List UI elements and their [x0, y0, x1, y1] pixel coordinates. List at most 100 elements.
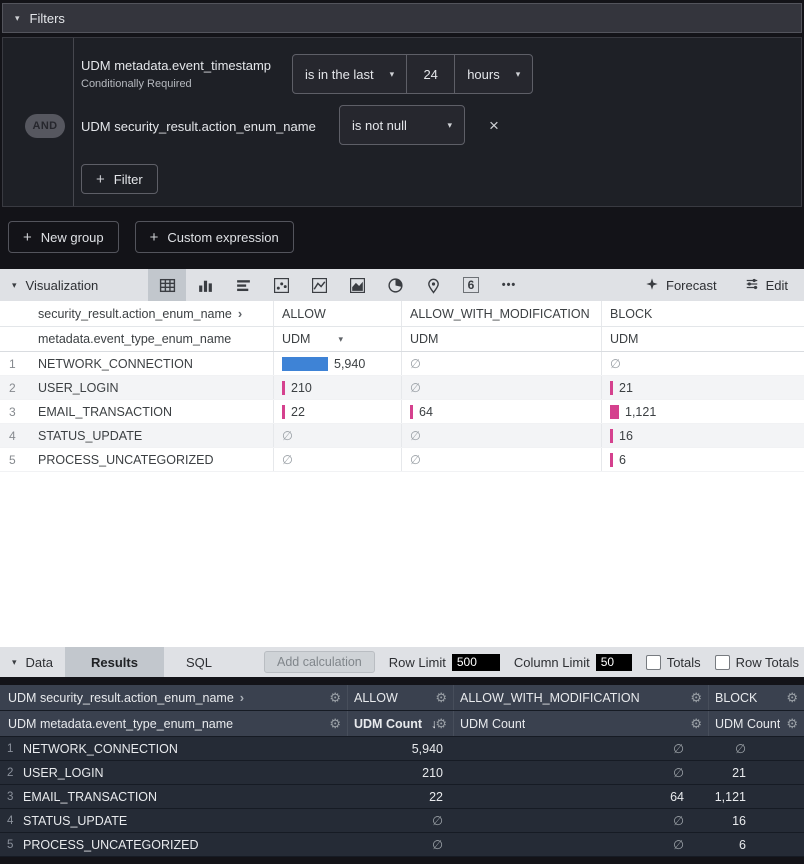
filter-operator-dropdown[interactable]: is not null ▾: [339, 105, 465, 145]
measure-cell[interactable]: 64: [401, 400, 601, 423]
measure-cell[interactable]: ∅: [401, 424, 601, 447]
measure-cell[interactable]: 210: [273, 376, 401, 399]
more-viz-types-icon[interactable]: •••: [490, 269, 528, 301]
custom-expression-button[interactable]: + Custom expression: [135, 221, 294, 253]
measure-cell[interactable]: 21: [708, 761, 804, 784]
gear-icon[interactable]: ⚙: [690, 690, 702, 706]
gear-icon[interactable]: ⚙: [435, 716, 447, 732]
map-viz-icon[interactable]: [414, 269, 452, 301]
results-pivot-field-header[interactable]: UDM security_result.action_enum_name › ⚙: [0, 685, 347, 710]
dimension-cell[interactable]: NETWORK_CONNECTION: [30, 352, 273, 375]
column-limit-input[interactable]: [596, 654, 632, 671]
results-measure-header[interactable]: UDM Count ⚙: [453, 711, 708, 736]
filter-unit-dropdown[interactable]: hours ▾: [454, 54, 533, 94]
measure-cell[interactable]: 6: [601, 448, 804, 471]
pivot-column-header-allow[interactable]: ALLOW: [273, 301, 401, 326]
gear-icon[interactable]: ⚙: [435, 690, 447, 706]
filters-section-header[interactable]: ▾ Filters: [2, 3, 802, 33]
and-conjunction-badge[interactable]: AND: [25, 114, 65, 138]
add-filter-button[interactable]: + Filter: [81, 164, 158, 194]
results-column-header-block[interactable]: BLOCK ⚙: [708, 685, 804, 710]
measure-cell[interactable]: ∅: [273, 448, 401, 471]
tab-results[interactable]: Results: [65, 647, 164, 677]
measure-cell[interactable]: ∅: [273, 424, 401, 447]
gear-icon[interactable]: ⚙: [690, 716, 702, 732]
dimension-cell[interactable]: STATUS_UPDATE: [30, 424, 273, 447]
pivot-column-header-block[interactable]: BLOCK: [601, 301, 804, 326]
viz-table-row: 5PROCESS_UNCATEGORIZED∅∅6: [0, 448, 804, 472]
measure-cell[interactable]: ∅: [347, 833, 453, 856]
forecast-label: Forecast: [666, 278, 717, 293]
visualization-label: Visualization: [26, 278, 99, 293]
edit-button[interactable]: Edit: [745, 277, 788, 294]
visualization-section-header[interactable]: ▾ Visualization: [0, 278, 148, 293]
measure-cell[interactable]: 1,121: [601, 400, 804, 423]
measure-cell[interactable]: ∅: [401, 376, 601, 399]
tab-sql[interactable]: SQL: [164, 647, 234, 677]
results-measure-header[interactable]: UDM Count ⚙: [708, 711, 804, 736]
measure-cell[interactable]: ∅: [347, 809, 453, 832]
row-totals-checkbox[interactable]: [715, 655, 730, 670]
pivot-header-row: security_result.action_enum_name › ALLOW…: [0, 301, 804, 327]
measure-cell[interactable]: ∅: [453, 737, 708, 760]
measure-cell[interactable]: ∅: [453, 833, 708, 856]
totals-checkbox[interactable]: [646, 655, 661, 670]
measure-cell[interactable]: ∅: [708, 737, 804, 760]
measure-cell[interactable]: 22: [273, 400, 401, 423]
cell-bar: [610, 381, 613, 395]
measure-cell[interactable]: 64: [453, 785, 708, 808]
table-viz-icon[interactable]: [148, 269, 186, 301]
measure-cell[interactable]: 5,940: [347, 737, 453, 760]
gear-icon[interactable]: ⚙: [786, 690, 798, 706]
measure-cell[interactable]: ∅: [453, 761, 708, 784]
dimension-cell[interactable]: EMAIL_TRANSACTION: [30, 400, 273, 423]
pie-chart-viz-icon[interactable]: [376, 269, 414, 301]
column-chart-viz-icon[interactable]: [186, 269, 224, 301]
results-dimension-header[interactable]: UDM metadata.event_type_enum_name ⚙: [0, 711, 347, 736]
gear-icon[interactable]: ⚙: [786, 716, 798, 732]
remove-filter-button[interactable]: ×: [489, 117, 499, 134]
forecast-button[interactable]: Forecast: [645, 277, 717, 294]
results-column-header-allow[interactable]: ALLOW ⚙: [347, 685, 453, 710]
measure-cell[interactable]: ∅: [453, 809, 708, 832]
dimension-cell[interactable]: PROCESS_UNCATEGORIZED: [22, 833, 347, 856]
row-number: 2: [0, 376, 30, 399]
scatter-viz-icon[interactable]: [262, 269, 300, 301]
dimension-field-header[interactable]: metadata.event_type_enum_name: [0, 332, 273, 346]
cell-bar: [282, 381, 285, 395]
dimension-cell[interactable]: STATUS_UPDATE: [22, 809, 347, 832]
measure-cell[interactable]: 1,121: [708, 785, 804, 808]
results-column-header-allow-with-modification[interactable]: ALLOW_WITH_MODIFICATION ⚙: [453, 685, 708, 710]
measure-cell[interactable]: 6: [708, 833, 804, 856]
measure-cell[interactable]: 5,940: [273, 352, 401, 375]
measure-cell[interactable]: 16: [601, 424, 804, 447]
area-chart-viz-icon[interactable]: [338, 269, 376, 301]
gear-icon[interactable]: ⚙: [329, 716, 341, 732]
pivot-column-header-allow-with-modification[interactable]: ALLOW_WITH_MODIFICATION: [401, 301, 601, 326]
results-measure-header-sorted[interactable]: UDM Count↓ ⚙: [347, 711, 453, 736]
gear-icon[interactable]: ⚙: [329, 690, 341, 706]
measure-select[interactable]: UDM ▾: [273, 327, 401, 351]
single-value-viz-icon[interactable]: 6: [452, 269, 490, 301]
add-calculation-button[interactable]: Add calculation: [264, 651, 375, 673]
measure-cell[interactable]: 21: [601, 376, 804, 399]
measure-cell[interactable]: ∅: [401, 448, 601, 471]
row-limit-input[interactable]: [452, 654, 500, 671]
measure-cell[interactable]: ∅: [601, 352, 804, 375]
dimension-cell[interactable]: NETWORK_CONNECTION: [22, 737, 347, 760]
dimension-cell[interactable]: USER_LOGIN: [30, 376, 273, 399]
measure-cell[interactable]: 16: [708, 809, 804, 832]
filter-operator-dropdown[interactable]: is in the last ▾: [292, 54, 407, 94]
line-chart-viz-icon[interactable]: [300, 269, 338, 301]
pivot-field-header[interactable]: security_result.action_enum_name ›: [0, 306, 273, 321]
dimension-cell[interactable]: EMAIL_TRANSACTION: [22, 785, 347, 808]
new-group-button[interactable]: + New group: [8, 221, 119, 253]
data-section-header[interactable]: ▾ Data: [0, 655, 65, 670]
dimension-cell[interactable]: PROCESS_UNCATEGORIZED: [30, 448, 273, 471]
filter-value-input[interactable]: [406, 54, 455, 94]
measure-cell[interactable]: 22: [347, 785, 453, 808]
dimension-cell[interactable]: USER_LOGIN: [22, 761, 347, 784]
bar-list-viz-icon[interactable]: [224, 269, 262, 301]
measure-cell[interactable]: ∅: [401, 352, 601, 375]
measure-cell[interactable]: 210: [347, 761, 453, 784]
